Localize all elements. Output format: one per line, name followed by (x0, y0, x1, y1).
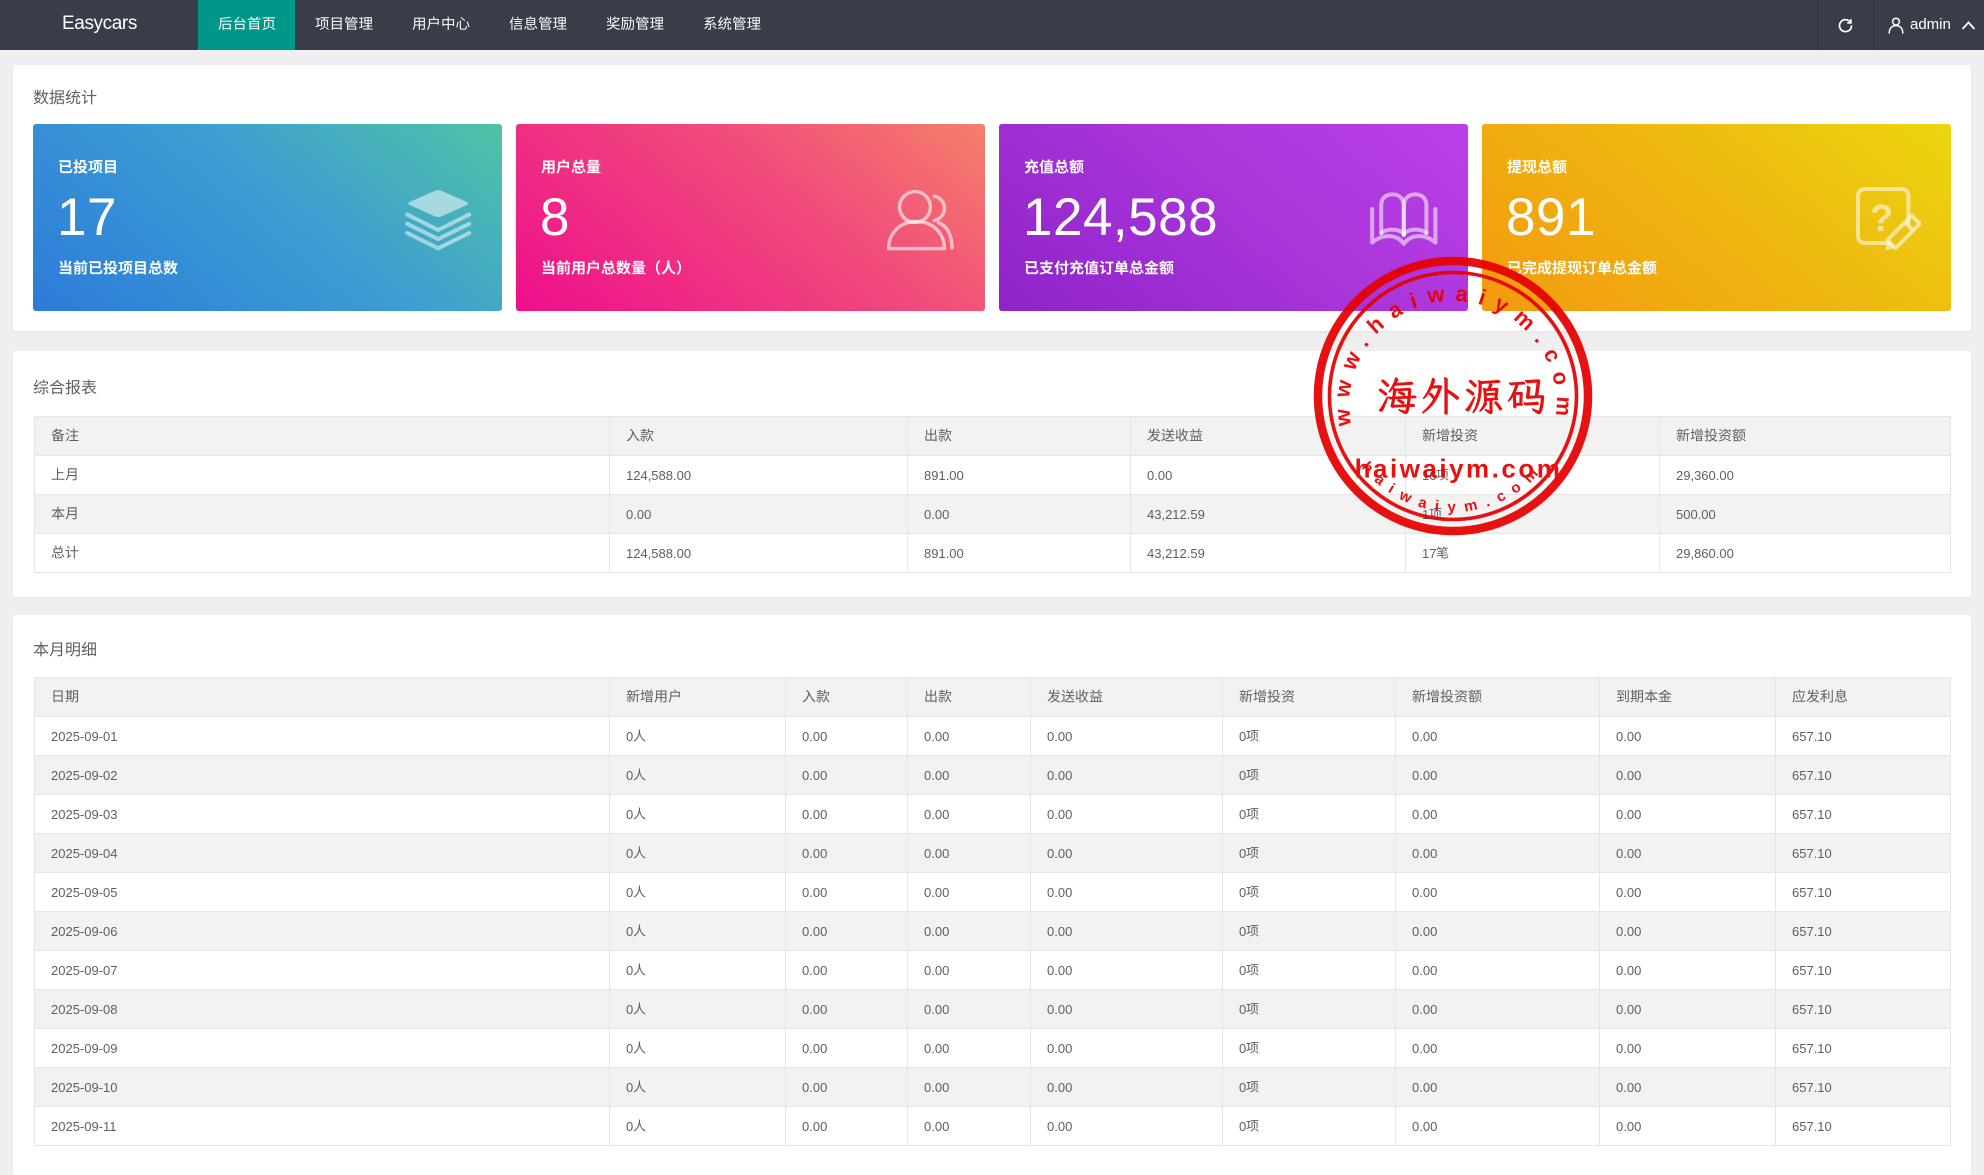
svg-text:haiwaiym.com: haiwaiym.com (1355, 454, 1563, 484)
svg-text:?: ? (1870, 198, 1893, 240)
